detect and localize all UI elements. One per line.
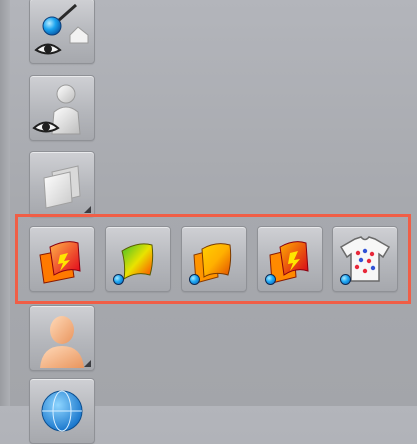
blue-dot-badge-icon: [189, 274, 200, 285]
globe-icon: [41, 390, 83, 432]
visibility-point-tool-button[interactable]: [29, 0, 95, 64]
fabric-tool-button-2[interactable]: [105, 226, 171, 292]
globe-tool-button[interactable]: [29, 378, 95, 444]
fabric-red-yellow-icon: [39, 241, 81, 284]
blue-dot-badge-icon: [340, 274, 351, 285]
blue-dot-badge-icon: [265, 274, 276, 285]
fabric-tool-button-4[interactable]: [257, 226, 323, 292]
blue-point-eye-icon: [34, 3, 89, 55]
flyout-indicator-icon: [84, 206, 91, 213]
avatar-eye-icon: [32, 84, 81, 135]
sheet-tool-button[interactable]: [29, 151, 95, 217]
blue-dot-badge-icon: [113, 274, 124, 285]
fabric-tool-button-3[interactable]: [181, 226, 247, 292]
avatar-skin-tool-button[interactable]: [29, 305, 95, 371]
visibility-avatar-tool-button[interactable]: [29, 75, 95, 141]
garment-tool-button[interactable]: [332, 226, 398, 292]
flyout-indicator-icon: [84, 360, 91, 367]
panel-left-edge: [0, 0, 10, 406]
fabric-tool-button-1[interactable]: [29, 226, 95, 292]
